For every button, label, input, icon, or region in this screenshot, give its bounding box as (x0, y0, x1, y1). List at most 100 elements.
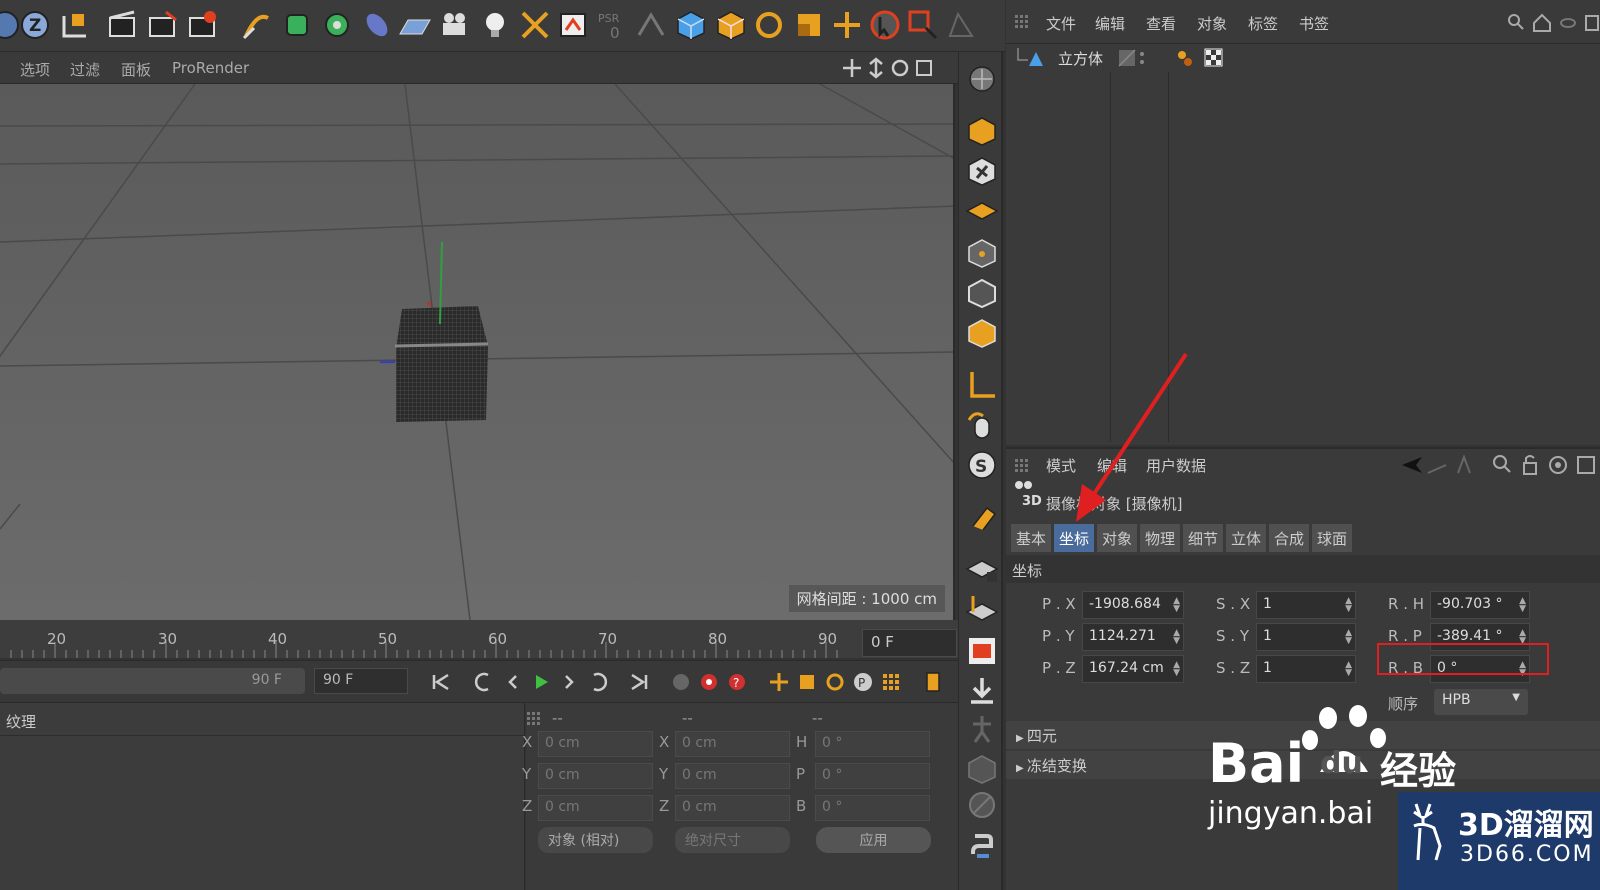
spinner-icon[interactable]: ▲ ▼ (1173, 629, 1180, 646)
render-view-icon[interactable] (106, 8, 140, 42)
apply-button[interactable]: 应用 (816, 827, 931, 853)
rectangle-selection-icon[interactable] (906, 8, 940, 42)
cloner-icon[interactable] (320, 8, 354, 42)
key-position-icon[interactable] (766, 669, 792, 695)
texture-mode-icon[interactable] (965, 154, 999, 188)
record-active-keys-icon[interactable] (696, 669, 722, 695)
spinner-icon[interactable]: ▲ ▼ (1345, 661, 1352, 678)
scale-x-input[interactable]: 1 ▲ ▼ (1256, 591, 1356, 619)
download-icon[interactable] (965, 674, 999, 708)
rotation-p-field[interactable]: 0 ° (815, 763, 930, 789)
move-tool-icon[interactable] (830, 8, 864, 42)
go-to-end-icon[interactable] (626, 669, 652, 695)
solo-mode-icon[interactable]: S (965, 448, 999, 482)
rotation-h-input[interactable]: -90.703 ° ▲ ▼ (1430, 591, 1530, 619)
disabled-circle-icon[interactable] (965, 788, 999, 822)
edges-mode-icon[interactable] (965, 276, 999, 310)
rotate-tool-icon[interactable] (752, 8, 786, 42)
spinner-icon[interactable]: ▲ ▼ (1173, 661, 1180, 678)
workplane-grid-icon[interactable] (965, 194, 999, 228)
deformer-icon[interactable] (360, 8, 394, 42)
planar-workplane-icon[interactable] (965, 592, 999, 626)
position-x-input[interactable]: -1908.684 ▲ ▼ (1082, 591, 1184, 619)
tweak-mode-icon[interactable] (965, 408, 999, 442)
grip-icon[interactable] (1014, 14, 1030, 30)
model-mode-icon[interactable] (965, 114, 999, 148)
tab-composition[interactable]: 合成 (1269, 524, 1311, 552)
om-menu-tags[interactable]: 标签 (1248, 13, 1278, 34)
lock-workplane-icon[interactable] (965, 552, 999, 586)
size-x-field[interactable]: 0 cm (675, 731, 790, 757)
key-parameter-icon[interactable]: P (850, 669, 876, 695)
tab-basic[interactable]: 基本 (1011, 524, 1053, 552)
frame-range-slider[interactable]: 90 F (0, 668, 305, 694)
om-menu-objects[interactable]: 对象 (1197, 13, 1227, 34)
end-frame-field[interactable]: 90 F (314, 668, 408, 694)
visibility-toggle-icon[interactable] (1118, 49, 1148, 67)
go-to-start-icon[interactable] (428, 669, 454, 695)
viewport-menu-prorender[interactable]: ProRender (172, 59, 249, 77)
size-mode-select[interactable]: 绝对尺寸 (675, 827, 790, 853)
scale-y-input[interactable]: 1 ▲ ▼ (1256, 623, 1356, 651)
size-z-field[interactable]: 0 cm (675, 795, 790, 821)
explode-icon[interactable] (518, 8, 552, 42)
key-scale-icon[interactable] (794, 669, 820, 695)
light-icon[interactable] (478, 8, 512, 42)
picture-viewer-icon[interactable] (556, 8, 590, 42)
object-tags-icon[interactable] (1176, 47, 1224, 69)
spinner-icon[interactable]: ▲ ▼ (1173, 597, 1180, 614)
position-x-field[interactable]: 0 cm (538, 731, 653, 757)
snap-settings-icon[interactable] (634, 8, 668, 42)
viewport-navigation-icons[interactable] (842, 57, 937, 79)
material-texture-label[interactable]: 纹理 (6, 711, 36, 732)
key-pla-icon[interactable] (878, 669, 904, 695)
next-frame-icon[interactable] (556, 669, 582, 695)
coordinate-system-icon[interactable] (58, 8, 92, 42)
3d-viewport[interactable]: 网格间距 : 1000 cm (0, 84, 955, 620)
om-menu-view[interactable]: 查看 (1146, 13, 1176, 34)
tab-physical[interactable]: 物理 (1140, 524, 1182, 552)
null-object-icon[interactable] (714, 8, 748, 42)
cube-object-icon[interactable] (674, 8, 708, 42)
character-icon[interactable] (965, 712, 999, 746)
rotation-h-field[interactable]: 0 ° (815, 731, 930, 757)
pen-spline-icon[interactable] (240, 8, 274, 42)
workplane-icon[interactable] (965, 62, 999, 96)
previous-frame-icon[interactable] (500, 669, 526, 695)
scale-tool-icon[interactable] (792, 8, 826, 42)
scale-z-input[interactable]: 1 ▲ ▼ (1256, 655, 1356, 683)
axis-mode-icon[interactable] (965, 368, 999, 402)
tab-stereoscopic[interactable]: 立体 (1226, 524, 1268, 552)
cube-object[interactable] (380, 234, 510, 434)
key-rotation-icon[interactable] (822, 669, 848, 695)
spinner-icon[interactable]: ▲ ▼ (1345, 597, 1352, 614)
grip-icon[interactable] (1014, 458, 1030, 474)
subdivision-icon[interactable] (280, 8, 314, 42)
am-header-icons[interactable] (1398, 453, 1598, 477)
snap-magnet-icon[interactable] (965, 500, 999, 534)
om-header-icons[interactable] (1506, 12, 1600, 34)
play-icon[interactable] (528, 669, 554, 695)
tab-object[interactable]: 对象 (1097, 524, 1139, 552)
spinner-icon[interactable]: ▲ ▼ (1519, 597, 1526, 614)
om-menu-bookmarks[interactable]: 书签 (1299, 13, 1329, 34)
om-menu-file[interactable]: 文件 (1046, 13, 1076, 34)
position-z-field[interactable]: 0 cm (538, 795, 653, 821)
picture-viewer-strip-icon[interactable] (965, 634, 999, 668)
object-row-cube[interactable]: 立方体 (1006, 44, 1600, 72)
timeline-settings-icon[interactable] (920, 669, 946, 695)
polygons-mode-icon[interactable] (965, 316, 999, 350)
tab-coordinates[interactable]: 坐标 (1054, 524, 1096, 552)
loop-icon[interactable] (586, 669, 612, 695)
size-y-field[interactable]: 0 cm (675, 763, 790, 789)
tab-spherical[interactable]: 球面 (1312, 524, 1354, 552)
position-z-input[interactable]: 167.24 cm ▲ ▼ (1082, 655, 1184, 683)
current-frame-field[interactable]: 0 F (862, 629, 957, 657)
record-disabled-icon[interactable] (668, 669, 694, 695)
render-settings-icon[interactable] (186, 8, 220, 42)
timeline-ruler[interactable]: 20 30 40 50 60 70 80 90 (0, 620, 958, 658)
viewport-menu-filter[interactable]: 过滤 (70, 59, 100, 80)
play-backward-icon[interactable] (470, 669, 496, 695)
viewport-menu-panel[interactable]: 面板 (121, 59, 151, 80)
sculpt-icon[interactable] (965, 752, 999, 786)
